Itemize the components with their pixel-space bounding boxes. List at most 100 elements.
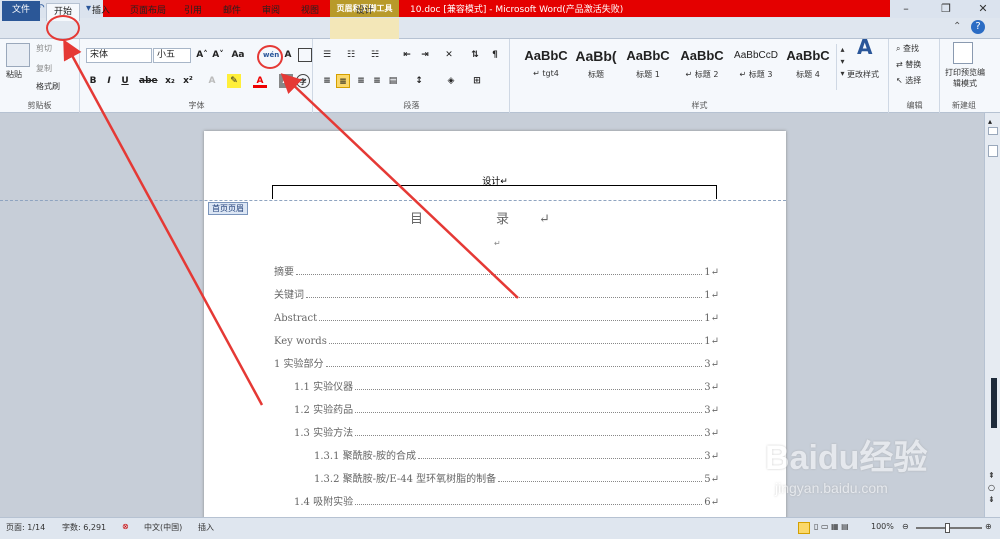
increase-indent-icon[interactable]: ⇥ [418, 48, 432, 62]
toc-entry[interactable]: 1.4 吸附实验 6↵ [294, 494, 719, 508]
style-heading-2[interactable]: AaBbC ↵ 标题 2 [671, 42, 733, 88]
format-painter-button[interactable]: 格式刷 [36, 81, 60, 93]
replace-button[interactable]: ⇄ 替换 [896, 59, 921, 71]
decrease-indent-icon[interactable]: ⇤ [400, 48, 414, 62]
highlight-icon[interactable]: ✎ [227, 74, 241, 88]
styles-scroll-icon[interactable]: ▴ ▾ ▾ [836, 44, 848, 90]
toc-entry[interactable]: 1.3.1 聚酰胺-胺的合成 3↵ [314, 448, 719, 462]
font-size-combo[interactable]: 小五 [153, 48, 191, 63]
next-page-icon[interactable]: ⇟ [988, 495, 995, 504]
char-border-box-icon[interactable] [298, 48, 312, 62]
change-case-button[interactable]: Aa [231, 48, 245, 62]
view-buttons[interactable]: ▯ ▭ ▦ ▤ [814, 522, 849, 531]
font-color-button[interactable]: A [253, 74, 267, 88]
show-marks-icon[interactable]: ¶ [488, 48, 502, 62]
minimize-button[interactable]: – [895, 2, 917, 16]
toc-entry-page: 1↵ [704, 313, 719, 324]
tab-file[interactable]: 文件 [2, 1, 40, 21]
toc-leader [355, 435, 703, 436]
select-browse-icon[interactable]: ○ [988, 483, 995, 492]
distributed-icon[interactable]: ▤ [386, 74, 400, 88]
ruler-toggle-icon[interactable] [988, 127, 998, 135]
style-heading-4[interactable]: AaBbC 标题 4 [777, 42, 839, 88]
char-border-button[interactable]: A [281, 48, 295, 62]
tab-review[interactable]: 审阅 [253, 3, 289, 21]
align-center-icon[interactable]: ≡ [336, 74, 350, 88]
toc-entry[interactable]: 1.3.2 聚酰胺-胺/E-44 型环氧树脂的制备 5↵ [314, 471, 719, 485]
scroll-up-icon[interactable]: ▴ [988, 117, 992, 126]
new-group: 打印预览编辑模式 新建组 [941, 39, 987, 113]
word-count[interactable]: 字数: 6,291 [62, 522, 106, 533]
toc-entry[interactable]: 1.2 实验药品 3↵ [294, 402, 719, 416]
sort-icon[interactable]: ⇅ [468, 48, 482, 62]
change-styles-button[interactable]: 更改样式 [847, 69, 879, 81]
shrink-font-button[interactable]: A˅ [211, 48, 225, 62]
style-name: 标题 4 [796, 70, 820, 79]
toc-entry[interactable]: Abstract 1↵ [274, 310, 719, 324]
tab-page-layout[interactable]: 页面布局 [123, 3, 173, 21]
zoom-slider-thumb[interactable] [945, 523, 950, 533]
text-effects-icon[interactable]: A [205, 74, 219, 88]
close-button[interactable]: ✕ [972, 2, 994, 16]
change-styles-icon[interactable]: A [857, 37, 872, 57]
proofing-icon[interactable]: ⊗ [122, 522, 129, 531]
numbering-icon[interactable]: ☷ [344, 48, 358, 62]
underline-button[interactable]: U [118, 74, 132, 88]
header-border [272, 185, 717, 199]
scroll-thumb[interactable] [988, 145, 998, 157]
vertical-scrollbar[interactable]: ▴ ⇞ ○ ⇟ [984, 113, 1000, 517]
tab-references[interactable]: 引用 [177, 3, 209, 21]
chinese-layout-icon[interactable]: ✕ [442, 48, 456, 62]
toc-entry[interactable]: 摘要 1↵ [274, 264, 719, 278]
tab-mailings[interactable]: 邮件 [214, 3, 250, 21]
subscript-button[interactable]: x₂ [163, 74, 177, 88]
ribbon-minimize-icon[interactable]: ⌃ [953, 21, 961, 32]
print-preview-icon[interactable] [953, 42, 973, 64]
line-spacing-icon[interactable]: ↕ [412, 74, 426, 88]
zoom-in-icon[interactable]: ⊕ [985, 522, 992, 531]
toc-entry[interactable]: Key words 1↵ [274, 333, 719, 347]
print-layout-icon[interactable] [798, 522, 810, 534]
style-heading-1[interactable]: AaBbC 标题 1 [617, 42, 679, 88]
toc-entry[interactable]: 1.3 实验方法 3↵ [294, 425, 719, 439]
zoom-out-icon[interactable]: ⊖ [902, 522, 909, 531]
find-button[interactable]: ⌕ 查找 [896, 43, 919, 55]
insert-mode[interactable]: 插入 [198, 522, 214, 533]
restore-button[interactable]: ❐ [935, 2, 957, 16]
tab-insert[interactable]: 插入 [84, 3, 118, 21]
toc-entry[interactable]: 1 实验部分 3↵ [274, 356, 719, 370]
shading-icon[interactable]: ◈ [444, 74, 458, 88]
prev-page-icon[interactable]: ⇞ [988, 471, 995, 480]
strikethrough-button[interactable]: abe [139, 74, 158, 88]
tab-design[interactable]: 设计 [342, 3, 387, 21]
justify-icon[interactable]: ≡ [370, 74, 384, 88]
tab-view[interactable]: 视图 [292, 3, 328, 21]
toc-leader [355, 412, 703, 413]
document-page[interactable]: 设计↵ 目 录↵ ↵ 摘要 1↵ 关键词 1↵ Abstract 1↵ Key wor… [204, 131, 786, 517]
select-button[interactable]: ↖ 选择 [896, 75, 921, 87]
cut-button[interactable]: 剪切 [36, 43, 52, 55]
borders-icon[interactable]: ⊞ [470, 74, 484, 88]
print-preview-button[interactable]: 打印预览编辑模式 [944, 67, 986, 89]
paste-icon[interactable] [6, 43, 30, 67]
superscript-button[interactable]: x² [181, 74, 195, 88]
page-count[interactable]: 页面: 1/14 [6, 522, 45, 533]
watermark-site: jingyan.baidu.com [775, 480, 888, 496]
help-icon[interactable]: ? [971, 20, 985, 34]
grow-font-button[interactable]: A˄ [195, 48, 209, 62]
align-right-icon[interactable]: ≡ [354, 74, 368, 88]
copy-button[interactable]: 复制 [36, 63, 52, 75]
italic-button[interactable]: I [102, 74, 116, 88]
align-left-icon[interactable]: ≡ [320, 74, 334, 88]
enclose-char-button[interactable]: 字 [296, 74, 310, 88]
zoom-level[interactable]: 100% [871, 522, 894, 531]
char-shading-icon[interactable]: A [279, 74, 293, 88]
toc-entry[interactable]: 1.1 实验仪器 3↵ [294, 379, 719, 393]
language-indicator[interactable]: 中文(中国) [144, 522, 182, 533]
paste-button[interactable]: 粘贴 [6, 69, 22, 81]
font-name-combo[interactable]: 宋体 [86, 48, 152, 63]
toc-entry[interactable]: 关键词 1↵ [274, 287, 719, 301]
bullets-icon[interactable]: ☰ [320, 48, 334, 62]
multilevel-list-icon[interactable]: ☵ [368, 48, 382, 62]
bold-button[interactable]: B [86, 74, 100, 88]
